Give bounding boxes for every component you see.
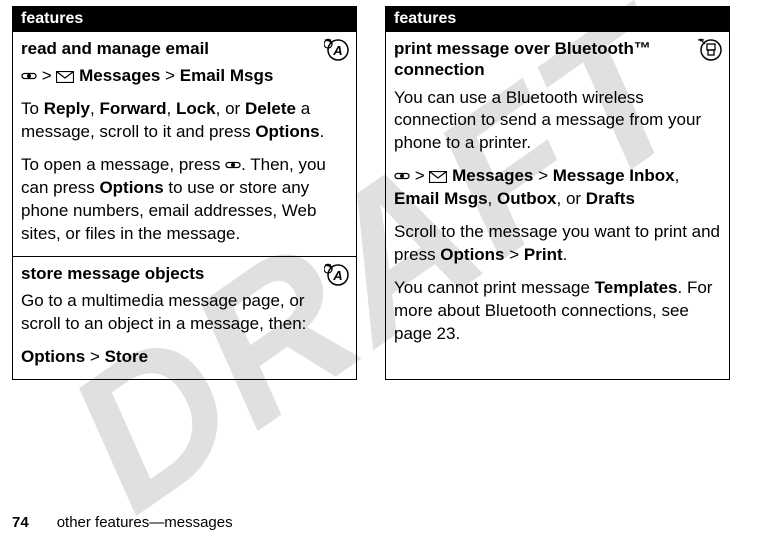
read-email-title: read and manage email — [21, 38, 348, 59]
label-delete: Delete — [245, 99, 296, 118]
label-reply: Reply — [44, 99, 90, 118]
envelope-icon-2 — [429, 171, 447, 183]
print-para3: Scroll to the message you want to print … — [394, 221, 721, 267]
store-objects-title: store message objects — [21, 263, 348, 284]
read-email-para2: To open a message, press . Then, you can… — [21, 154, 348, 246]
printer-icon — [697, 36, 723, 62]
text-cannot: You cannot print message — [394, 278, 595, 297]
label-inbox: Message Inbox — [553, 166, 675, 185]
read-email-para1: To Reply, Forward, Lock, or Delete a mes… — [21, 98, 348, 144]
label-options-1: Options — [255, 122, 319, 141]
print-title: print message over Bluetooth™ connection — [394, 38, 721, 81]
svg-text:A: A — [332, 43, 342, 58]
network-a-icon-2: A — [324, 261, 350, 287]
right-column: features print message over Bluetooth™ c… — [385, 6, 730, 380]
label-options-3: Options — [21, 347, 85, 366]
envelope-icon — [56, 71, 74, 83]
page-columns: features A read and manage email — [0, 0, 759, 380]
section-read-email: A read and manage email > — [13, 32, 356, 257]
label-options-4: Options — [440, 245, 504, 264]
right-features-header: features — [386, 7, 729, 32]
left-features-header: features — [13, 7, 356, 32]
label-outbox: Outbox — [497, 189, 557, 208]
label-options-2: Options — [99, 178, 163, 197]
text-to: To — [21, 99, 44, 118]
svg-text:A: A — [332, 268, 342, 283]
left-column: features A read and manage email — [12, 6, 357, 380]
label-store: Store — [105, 347, 148, 366]
section-print-bluetooth: print message over Bluetooth™ connection… — [386, 32, 729, 356]
text-open: To open a message, press — [21, 155, 225, 174]
store-objects-para: Go to a multimedia message page, or scro… — [21, 290, 348, 336]
print-para4: You cannot print message Templates. For … — [394, 277, 721, 346]
label-lock: Lock — [176, 99, 216, 118]
section-store-objects: A store message objects Go to a multimed… — [13, 257, 356, 379]
center-key-icon — [21, 69, 37, 83]
page-footer: 74 other features—messages — [12, 514, 233, 531]
read-email-breadcrumb: > Messages > Email Msgs — [21, 65, 348, 88]
label-forward: Forward — [99, 99, 166, 118]
label-print: Print — [524, 245, 563, 264]
label-templates: Templates — [595, 278, 678, 297]
print-para1: You can use a Bluetooth wireless connect… — [394, 87, 721, 156]
store-objects-path: Options > Store — [21, 346, 348, 369]
breadcrumb-emailmsgs: Email Msgs — [180, 66, 274, 85]
footer-text: other features—messages — [57, 514, 233, 531]
center-key-icon-3 — [394, 169, 410, 183]
print-breadcrumb: > Messages > Message Inbox, Email Msgs, … — [394, 165, 721, 211]
label-messages-2: Messages — [452, 166, 533, 185]
label-drafts: Drafts — [586, 189, 635, 208]
center-key-icon-2 — [225, 158, 241, 172]
network-a-icon: A — [324, 36, 350, 62]
label-emailmsgs-2: Email Msgs — [394, 189, 488, 208]
page-number: 74 — [12, 514, 29, 531]
breadcrumb-messages: Messages — [79, 66, 160, 85]
